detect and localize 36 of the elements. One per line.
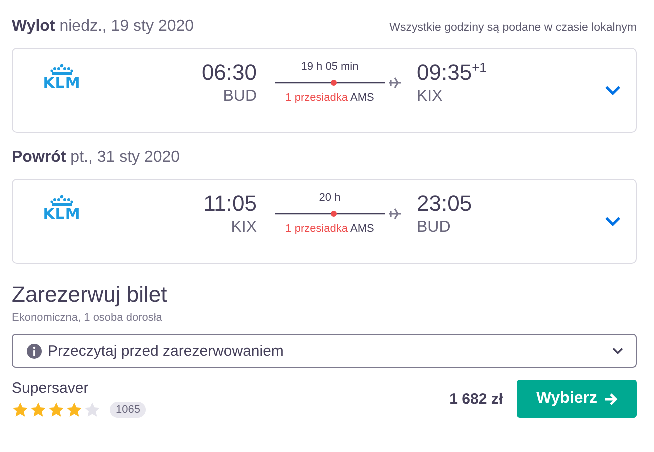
arrival-airport: BUD <box>417 218 452 238</box>
arrival-time: 23:05 <box>417 191 472 216</box>
review-count: 1065 <box>110 402 146 418</box>
booking-title: Zarezerwuj bilet <box>12 282 168 308</box>
star-icon <box>84 402 101 418</box>
timezone-note: Wszystkie godziny są podane w czasie lokalnym <box>390 22 637 34</box>
day-offset: +1 <box>472 60 487 75</box>
flight-duration: 19 h 05 min <box>300 61 360 73</box>
stops-info: 1 przesiadka AMS <box>284 223 376 235</box>
crown-icon <box>49 64 75 76</box>
star-icon <box>12 402 29 418</box>
star-icon <box>30 402 47 418</box>
provider-name: Supersaver <box>12 380 90 397</box>
flight-card[interactable]: KLM 11:05 KIX 20 h 1 przesiadka AMS 23:05 BUD <box>12 179 637 264</box>
departure-time: 11:05 <box>202 190 257 218</box>
info-icon <box>27 344 42 358</box>
chevron-icon[interactable] <box>604 85 622 96</box>
flight-duration: 20 h <box>318 192 342 204</box>
departure-airport: KIX <box>230 218 257 238</box>
booking-subtitle: Ekonomiczna, 1 osoba dorosła <box>12 312 164 324</box>
departure-airport: BUD <box>222 87 257 107</box>
arrow-icon <box>604 392 618 406</box>
star-icon <box>66 402 83 418</box>
arrival-time: 09:35 <box>417 60 472 85</box>
airline-logo: KLM <box>43 76 81 91</box>
airline-logo: KLM <box>43 207 81 222</box>
info-dropdown[interactable]: Przeczytaj przed zarezerwowaniem <box>12 334 637 368</box>
leg-heading: Powrót pt., 31 sty 2020 <box>12 149 180 167</box>
arrival-airport: KIX <box>417 87 444 107</box>
price: 1 682 zł <box>450 390 503 408</box>
stops-info: 1 przesiadka AMS <box>284 92 376 104</box>
crown-icon <box>49 195 75 207</box>
star-icon <box>48 402 65 418</box>
departure-time: 06:30 <box>200 59 257 87</box>
leg-heading: Wylot niedz., 19 sty 2020 <box>12 18 194 36</box>
chevron-icon[interactable] <box>604 216 622 227</box>
